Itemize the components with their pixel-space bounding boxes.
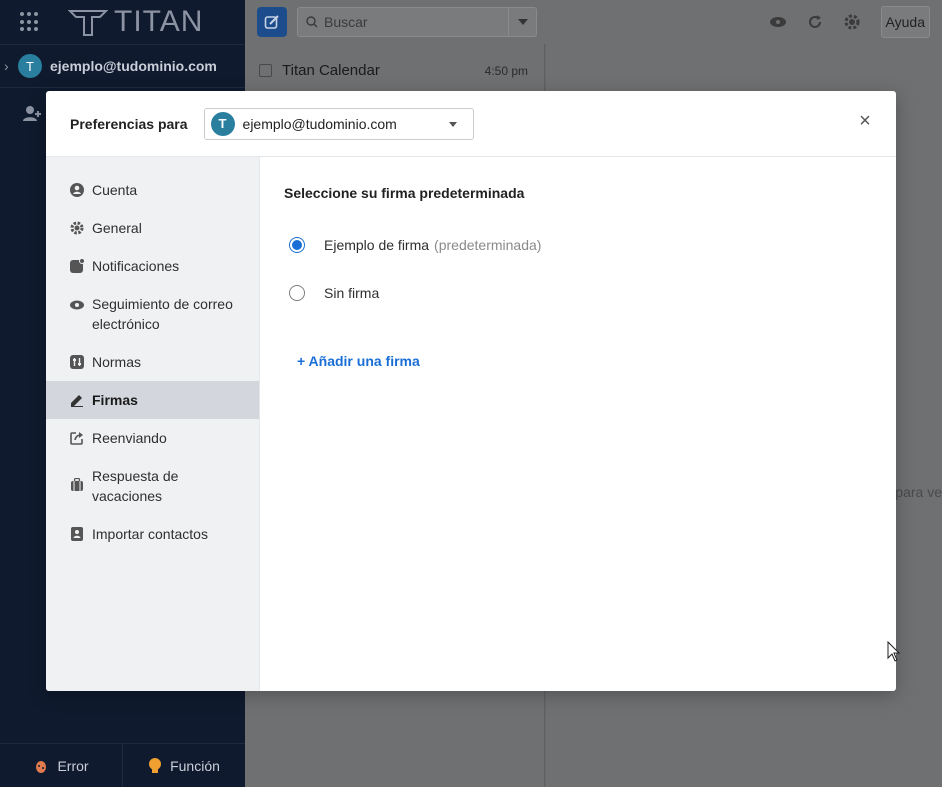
compose-icon — [264, 15, 279, 29]
titan-logo: TITAN — [68, 5, 203, 39]
user-circle-icon — [70, 183, 84, 197]
nav-item-label: Reenviando — [92, 430, 167, 446]
suitcase-icon — [70, 478, 84, 492]
chevron-right-icon[interactable]: › — [4, 58, 18, 74]
apps-grid-icon[interactable] — [20, 12, 40, 32]
sidebar-account-row[interactable]: › T ejemplo@tudominio.com — [0, 44, 245, 88]
signatures-panel: Seleccione su firma predeterminada Ejemp… — [260, 157, 896, 691]
nav-item-firmas[interactable]: Firmas — [46, 381, 259, 419]
add-signature-link[interactable]: + Añadir una firma — [297, 353, 872, 369]
selected-account-email: ejemplo@tudominio.com — [242, 115, 397, 132]
default-tag: (predeterminada) — [434, 237, 542, 253]
notification-icon — [70, 259, 84, 273]
forward-icon — [70, 431, 84, 445]
gear-icon — [70, 221, 84, 235]
account-select[interactable]: T ejemplo@tudominio.com — [203, 107, 474, 140]
nav-item-importar-contactos[interactable]: Importar contactos — [46, 515, 259, 553]
signature-option-ejemplo[interactable]: Ejemplo de firma (predeterminada) — [284, 237, 872, 253]
compose-button[interactable] — [257, 7, 287, 37]
radio-unchecked[interactable] — [289, 285, 305, 301]
avatar: T — [18, 54, 42, 78]
titan-logo-icon — [68, 10, 108, 36]
search-box[interactable] — [297, 7, 537, 37]
preferences-nav: Cuenta General Notificaciones Seguimient… — [46, 157, 260, 691]
mouse-cursor-icon — [887, 641, 901, 662]
pen-icon — [70, 393, 84, 407]
modal-body: Cuenta General Notificaciones Seguimient… — [46, 157, 896, 691]
eye-icon — [70, 298, 84, 312]
close-button[interactable]: × — [856, 111, 874, 131]
sidebar-bottom-bar: Error Función — [0, 743, 245, 787]
caret-down-icon — [448, 121, 457, 127]
nav-item-label: Importar contactos — [92, 526, 208, 542]
nav-item-notificaciones[interactable]: Notificaciones — [46, 247, 259, 285]
nav-item-label: Cuenta — [92, 182, 138, 198]
account-email: ejemplo@tudominio.com — [50, 58, 217, 74]
nav-item-vacaciones[interactable]: Respuesta de vacaciones — [46, 457, 259, 515]
topbar-actions: Ayuda — [769, 0, 930, 44]
app-topbar: Ayuda — [245, 0, 942, 44]
modal-header: Preferencias para T ejemplo@tudominio.co… — [46, 91, 896, 157]
sidebar-topbar: TITAN — [0, 0, 245, 44]
mail-time: 4:50 pm — [484, 63, 528, 78]
nav-item-normas[interactable]: Normas — [46, 343, 259, 381]
mail-checkbox[interactable] — [259, 64, 272, 77]
logo-text: TITAN — [114, 5, 204, 38]
signature-label: Ejemplo de firma — [324, 237, 430, 253]
search-options-dropdown[interactable] — [508, 8, 536, 36]
lightbulb-icon — [149, 757, 162, 773]
refresh-icon[interactable] — [807, 14, 823, 30]
nav-item-label: General — [92, 220, 142, 236]
signature-option-none[interactable]: Sin firma — [284, 285, 872, 301]
nav-item-seguimiento[interactable]: Seguimiento de correo electrónico — [46, 285, 259, 343]
preferences-modal: Preferencias para T ejemplo@tudominio.co… — [46, 91, 896, 691]
list-item[interactable]: Titan Calendar 4:50 pm — [245, 44, 544, 79]
nav-item-cuenta[interactable]: Cuenta — [46, 171, 259, 209]
nav-item-label: Notificaciones — [92, 258, 180, 274]
nav-item-general[interactable]: General — [46, 209, 259, 247]
rules-icon — [70, 355, 84, 369]
nav-item-label: Seguimiento de correo electrónico — [92, 296, 233, 332]
signature-label: Sin firma — [324, 285, 380, 301]
eye-icon[interactable] — [769, 16, 787, 28]
contacts-icon — [70, 527, 84, 541]
reading-pane-hint: para ve — [895, 484, 942, 500]
search-icon — [306, 16, 318, 28]
nav-item-label: Firmas — [92, 392, 138, 408]
mail-sender: Titan Calendar — [282, 62, 380, 79]
chevron-down-icon — [517, 19, 528, 25]
add-contact-icon[interactable] — [22, 104, 42, 124]
help-button[interactable]: Ayuda — [880, 6, 930, 38]
avatar: T — [210, 111, 235, 136]
feature-request-button[interactable]: Función — [122, 744, 245, 787]
report-error-button[interactable]: Error — [0, 744, 122, 787]
search-input[interactable] — [324, 14, 504, 30]
error-label: Error — [57, 757, 89, 774]
bug-icon — [36, 760, 47, 773]
nav-item-reenviando[interactable]: Reenviando — [46, 419, 259, 457]
radio-checked[interactable] — [289, 237, 305, 253]
gear-icon[interactable] — [843, 13, 861, 31]
nav-item-label: Respuesta de vacaciones — [92, 468, 179, 504]
section-title: Seleccione su firma predeterminada — [284, 185, 525, 201]
preferences-for-label: Preferencias para — [70, 115, 188, 132]
nav-item-label: Normas — [92, 354, 142, 370]
feature-label: Función — [170, 757, 220, 774]
